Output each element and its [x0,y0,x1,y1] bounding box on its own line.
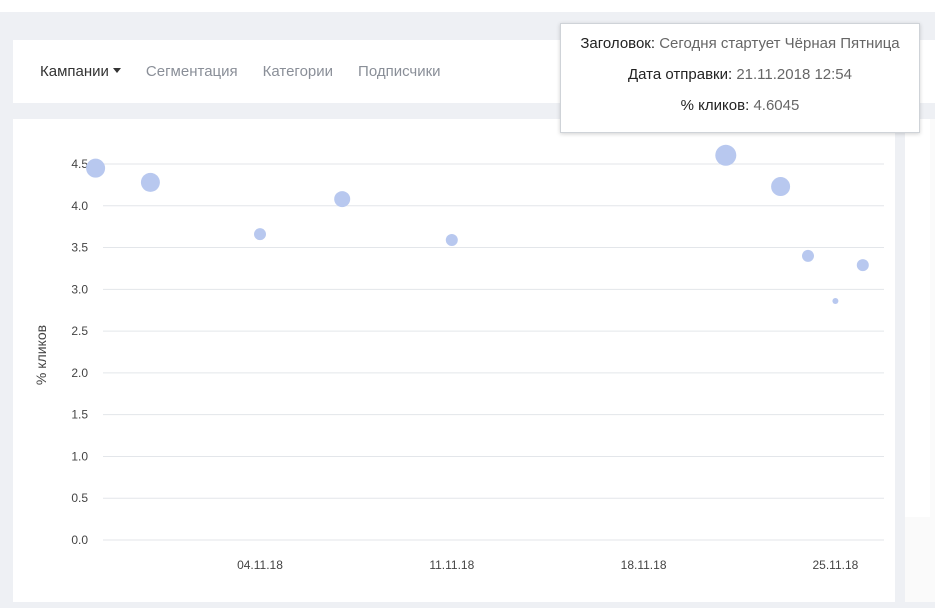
nav-categories[interactable]: Категории [263,63,333,80]
scatter-chart: 0.0 0.5 1.0 1.5 2.0 2.5 3.0 3.5 4.0 4.5 04.11.18 1… [33,144,884,572]
y-tick-label: 2.0 [71,366,88,380]
data-point[interactable] [334,191,351,208]
y-tick-label: 3.0 [71,282,88,296]
y-tick-label: 4.0 [71,199,88,213]
y-tick-label: 4.5 [71,157,88,171]
tooltip-metric-key: % кликов [680,97,746,114]
chart-card: 0.0 0.5 1.0 1.5 2.0 2.5 3.0 3.5 4.0 4.5 04.11.18 1… [13,119,895,602]
data-point[interactable] [771,177,791,197]
tooltip-metric-row: % кликов: 4.6045 [680,97,800,114]
top-strip [0,0,935,12]
data-point[interactable] [86,158,106,178]
x-tick-label: 25.11.18 [812,558,858,572]
y-tick-label: 0.5 [71,491,88,505]
side-panel [905,119,935,602]
tooltip-title-row: Заголовок: Сегодня стартует Чёрная Пятни… [580,35,900,52]
caret-down-icon [112,67,121,73]
y-axis-label: % кликов [33,325,49,385]
tooltip-date-value: 21.11.2018 12:54 [736,66,852,83]
tooltip-title-key: Заголовок [580,35,651,52]
tooltip-title-value: Сегодня стартует Чёрная Пятница [659,35,900,52]
nav-campaigns-dropdown[interactable]: Кампании [40,63,121,80]
data-point[interactable] [832,298,839,305]
tooltip-metric-value: 4.6045 [753,97,800,114]
data-point[interactable] [715,144,737,166]
data-point[interactable] [254,228,266,241]
x-tick-label: 18.11.18 [621,558,667,572]
nav-segmentation[interactable]: Сегментация [146,63,238,80]
nav-subscribers[interactable]: Подписчики [358,63,441,80]
data-point[interactable] [802,249,814,262]
data-point[interactable] [445,234,458,247]
y-tick-label: 2.5 [71,324,88,338]
x-tick-label: 11.11.18 [429,558,474,572]
data-point[interactable] [140,172,160,192]
y-tick-label: 1.0 [71,449,88,463]
y-tick-label: 1.5 [71,408,88,422]
x-tick-label: 04.11.18 [237,558,283,572]
y-tick-label: 0.0 [71,533,88,547]
tooltip-date-row: Дата отправки: 21.11.2018 12:54 [628,66,852,83]
chart-tooltip: Заголовок: Сегодня стартует Чёрная Пятни… [560,23,920,133]
y-tick-label: 3.5 [71,241,88,255]
data-point[interactable] [856,259,869,272]
nav-campaigns-label: Кампании [40,63,109,80]
tooltip-date-key: Дата отправки [628,66,728,83]
